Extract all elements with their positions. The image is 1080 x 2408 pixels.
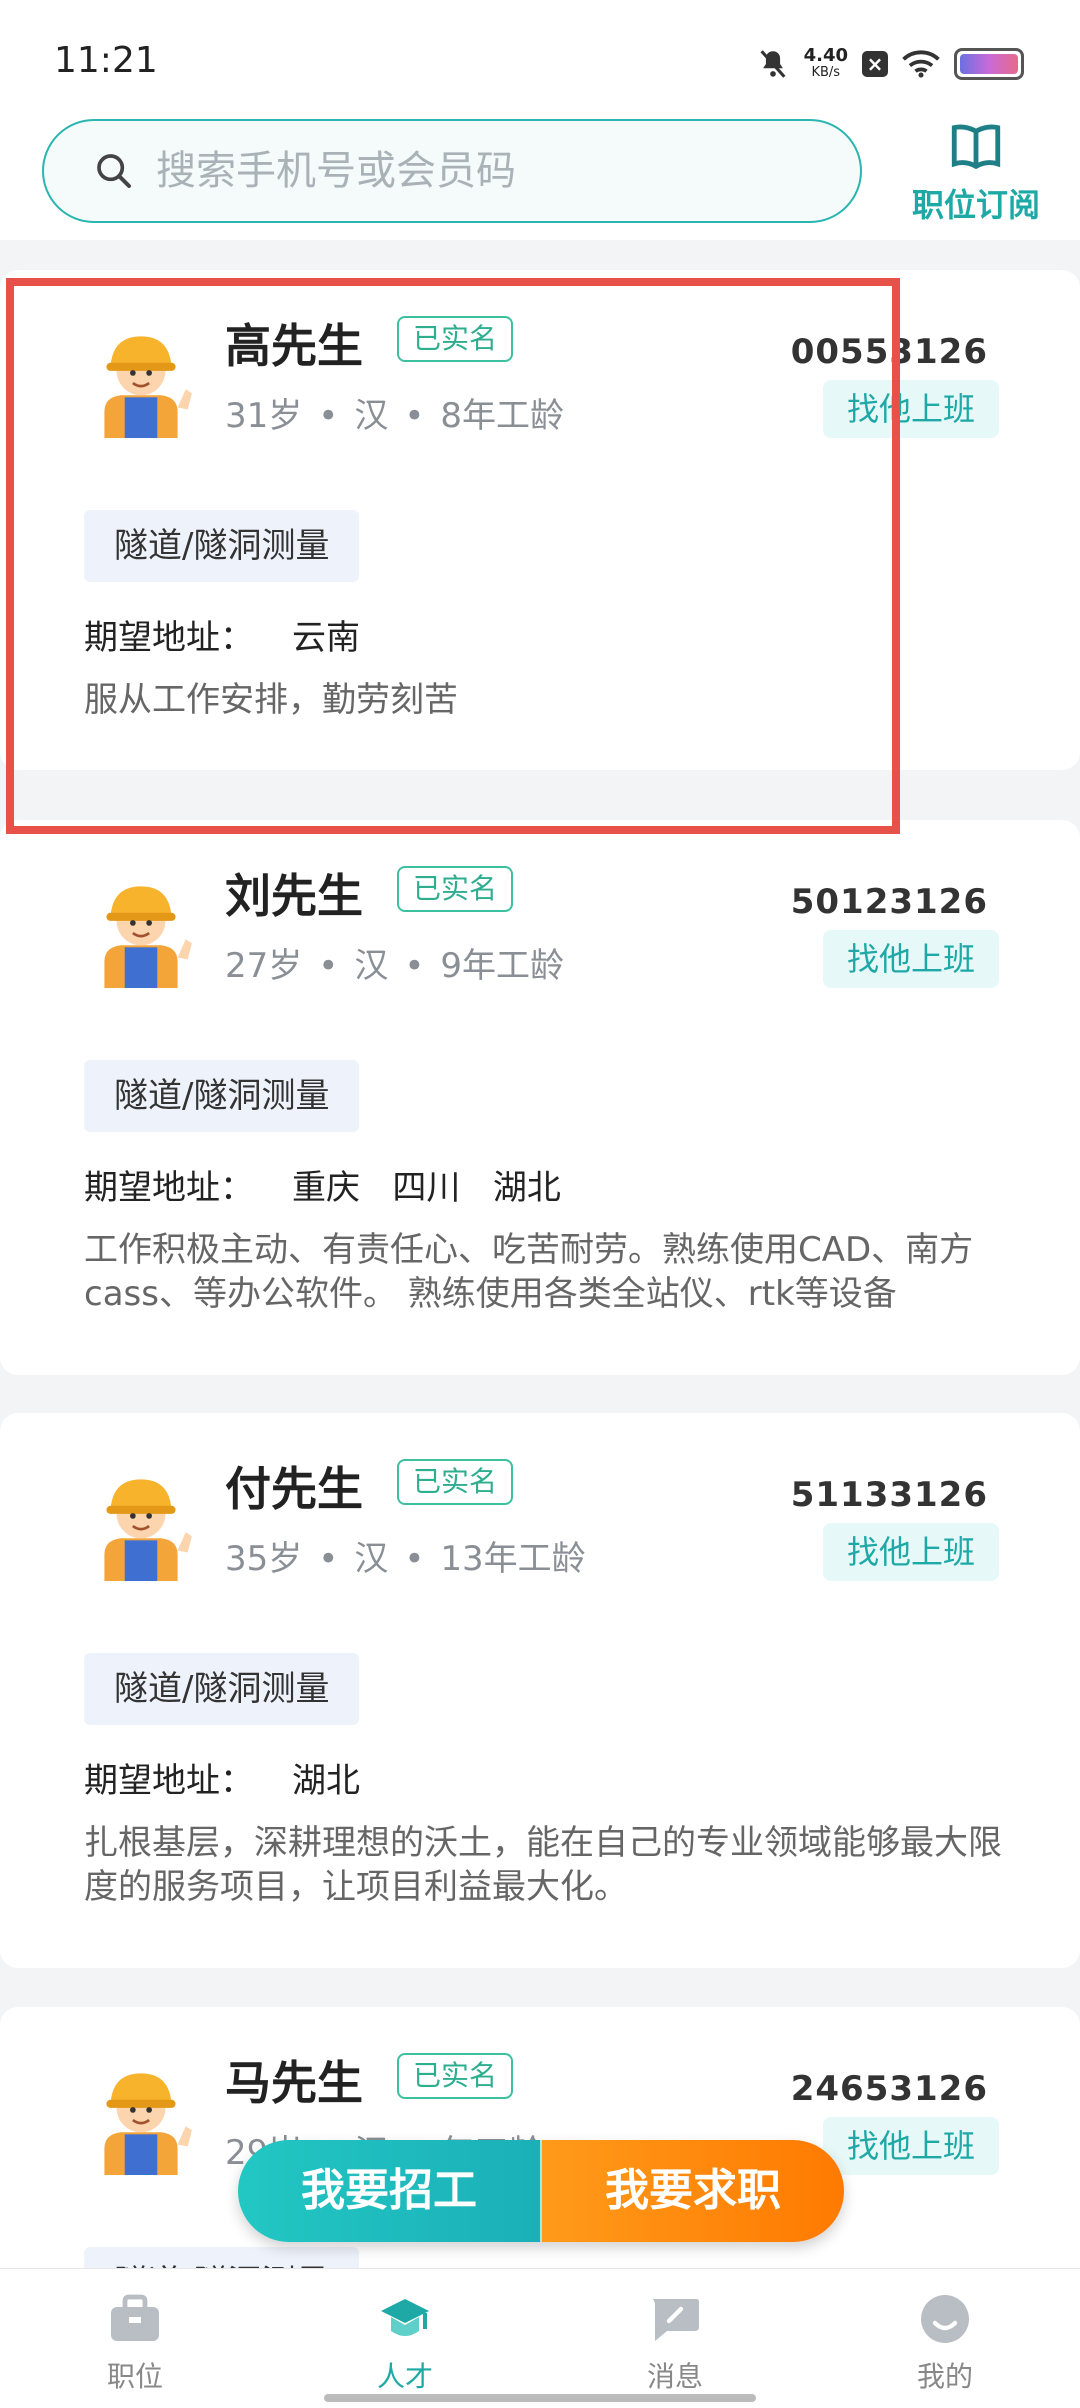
notification-x-icon: × <box>862 51 888 77</box>
worker-experience: 8年工龄 <box>440 396 565 436</box>
worker-card[interactable]: 高先生 已实名 31岁 • 汉 • 8年工龄 00553126 找他上班 隧道/隧洞测量… <box>0 270 1080 770</box>
member-code: 24653126 <box>790 2069 988 2109</box>
worker-age: 31岁 <box>225 396 303 436</box>
expected-address: 期望地址： 湖北 <box>84 1753 360 1802</box>
subscribe-label: 职位订阅 <box>911 186 1040 224</box>
tab-talent[interactable]: 人才 <box>270 2269 540 2408</box>
worker-age: 27岁 <box>225 946 303 986</box>
separator-dot: • <box>318 396 339 436</box>
verified-badge: 已实名 <box>397 2053 514 2099</box>
worker-description: 工作积极主动、有责任心、吃苦耐劳。熟练使用CAD、南方cass、等办公软件。 熟… <box>84 1230 974 1314</box>
separator-dot: • <box>404 946 425 986</box>
search-icon <box>97 154 131 188</box>
address-label: 期望地址： <box>84 1761 254 1801</box>
worker-meta: 35岁 • 汉 • 13年工龄 <box>225 1531 586 1580</box>
worker-card[interactable]: 刘先生 已实名 27岁 • 汉 • 9年工龄 50123126 找他上班 隧道/隧洞测量… <box>0 820 1080 1375</box>
hire-button[interactable]: 找他上班 <box>823 2117 999 2175</box>
tab-jobs[interactable]: 职位 <box>0 2269 270 2408</box>
address-values: 湖北 <box>292 1761 360 1801</box>
separator-dot: • <box>404 396 425 436</box>
expected-address: 期望地址： 云南 <box>84 610 360 659</box>
worker-avatar <box>104 1479 192 1581</box>
worker-name: 付先生 <box>225 1462 363 1516</box>
worker-list: 高先生 已实名 31岁 • 汉 • 8年工龄 00553126 找他上班 隧道/隧洞测量… <box>0 240 1080 2268</box>
separator-dot: • <box>318 946 339 986</box>
tab-label: 我的 <box>916 2360 973 2393</box>
briefcase-icon <box>111 2294 159 2341</box>
worker-avatar <box>104 336 192 438</box>
worker-experience: 9年工龄 <box>440 946 565 986</box>
separator-dot: • <box>404 1539 425 1579</box>
worker-age: 35岁 <box>225 1539 303 1579</box>
address-values: 重庆 四川 湖北 <box>292 1168 561 1208</box>
worker-name: 马先生 <box>225 2056 363 2110</box>
worker-meta: 27岁 • 汉 • 9年工龄 <box>225 938 564 987</box>
app-screen: 11:21 4.40 KB/s × 搜索手机号或会员码 职位订阅 高先生 已实名… <box>0 0 1080 2408</box>
verified-badge: 已实名 <box>397 1459 514 1505</box>
verified-badge: 已实名 <box>397 316 514 362</box>
bottom-tab-bar: 职位 人才 消息 我的 <box>0 2268 1080 2408</box>
hire-button[interactable]: 找他上班 <box>823 930 999 988</box>
net-speed: 4.40 KB/s <box>804 47 848 81</box>
net-speed-value: 4.40 <box>803 45 848 66</box>
job-tag: 隧道/隧洞测量 <box>84 1653 360 1725</box>
recruit-button[interactable]: 我要招工 <box>238 2140 542 2242</box>
tab-profile[interactable]: 我的 <box>810 2269 1080 2408</box>
worker-meta: 31岁 • 汉 • 8年工龄 <box>225 388 564 437</box>
address-values: 云南 <box>292 618 360 658</box>
separator-dot: • <box>318 1539 339 1579</box>
graduation-cap-icon <box>381 2299 429 2336</box>
tab-label: 人才 <box>376 2360 433 2393</box>
worker-avatar <box>104 2073 192 2175</box>
worker-avatar <box>104 886 192 988</box>
tab-label: 职位 <box>106 2360 163 2393</box>
net-speed-unit: KB/s <box>811 65 841 80</box>
job-tag: 隧道/隧洞测量 <box>84 1060 360 1132</box>
address-label: 期望地址： <box>84 1168 254 1208</box>
job-tag: 隧道/隧洞测量 <box>84 510 360 582</box>
worker-name: 高先生 <box>225 319 363 373</box>
wifi-icon <box>902 50 940 78</box>
verified-badge: 已实名 <box>397 866 514 912</box>
battery-icon <box>954 48 1024 80</box>
search-bar[interactable] <box>42 119 862 223</box>
job-tag: 隧道/隧洞测量 <box>84 2247 360 2268</box>
tab-messages[interactable]: 消息 <box>540 2269 810 2408</box>
book-icon <box>951 124 1001 170</box>
bell-off-icon <box>760 50 786 78</box>
member-code: 00553126 <box>790 332 988 372</box>
search-input[interactable] <box>156 148 796 194</box>
worker-name: 刘先生 <box>225 869 363 923</box>
hire-button[interactable]: 找他上班 <box>823 380 999 438</box>
worker-ethnicity: 汉 <box>354 946 389 986</box>
address-label: 期望地址： <box>84 618 254 658</box>
worker-ethnicity: 汉 <box>354 396 389 436</box>
member-code: 51133126 <box>790 1475 988 1515</box>
floating-action-group: 我要招工 我要求职 <box>238 2140 844 2242</box>
worker-ethnicity: 汉 <box>354 1539 389 1579</box>
status-bar: 11:21 4.40 KB/s × <box>0 0 1080 110</box>
job-subscribe-button[interactable]: 职位订阅 <box>896 112 1056 232</box>
home-indicator <box>324 2394 756 2402</box>
member-code: 50123126 <box>790 882 988 922</box>
worker-description: 服从工作安排，勤劳刻苦 <box>84 680 458 720</box>
hire-button[interactable]: 找他上班 <box>823 1523 999 1581</box>
worker-description: 扎根基层，深耕理想的沃土，能在自己的专业领域能够最大限度的服务项目，让项目利益最… <box>84 1823 1002 1907</box>
chat-icon <box>653 2299 699 2341</box>
worker-card[interactable]: 付先生 已实名 35岁 • 汉 • 13年工龄 51133126 找他上班 隧道/隧洞测… <box>0 1413 1080 1968</box>
profile-icon <box>921 2295 969 2343</box>
expected-address: 期望地址： 重庆 四川 湖北 <box>84 1160 561 1209</box>
status-icons: 4.40 KB/s × <box>756 42 1024 86</box>
status-time: 11:21 <box>54 40 158 81</box>
worker-experience: 13年工龄 <box>440 1539 586 1579</box>
tab-label: 消息 <box>646 2360 703 2393</box>
job-seek-button[interactable]: 我要求职 <box>542 2140 844 2242</box>
